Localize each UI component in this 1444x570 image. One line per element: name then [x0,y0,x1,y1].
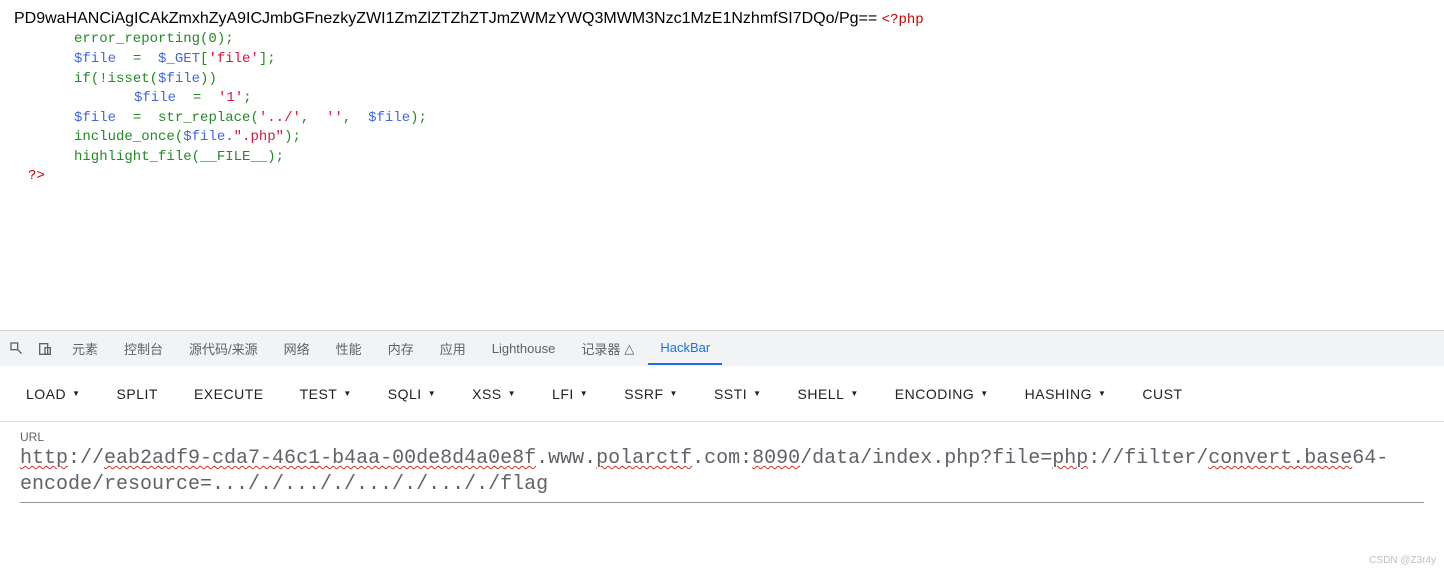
sqli-button[interactable]: SQLI▼ [382,378,442,410]
php-open-tag: <?php [882,12,924,28]
base64-output: PD9waHANCiAgICAkZmxhZyA9ICJmbGFnezkyZWI1… [14,10,877,27]
chevron-down-icon: ▼ [753,389,761,398]
tab-network[interactable]: 网络 [272,331,322,366]
tab-memory[interactable]: 内存 [376,331,426,366]
page-content: PD9waHANCiAgICAkZmxhZyA9ICJmbGFnezkyZWI1… [0,0,1444,330]
url-label: URL [20,430,1424,444]
split-button[interactable]: SPLIT [111,378,164,410]
tab-application[interactable]: 应用 [428,331,478,366]
encoding-button[interactable]: ENCODING▼ [889,378,995,410]
url-text-content: http://eab2adf9-cda7-46c1-b4aa-00de8d4a0… [20,446,1424,498]
chevron-down-icon: ▼ [343,389,351,398]
chevron-down-icon: ▼ [1098,389,1106,398]
xss-button[interactable]: XSS▼ [466,378,522,410]
chevron-down-icon: ▼ [670,389,678,398]
php-code-block: error_reporting(0); $file = $_GET['file'… [74,30,1430,167]
test-button[interactable]: TEST▼ [294,378,358,410]
php-close-tag: ?> [28,168,1430,184]
chevron-down-icon: ▼ [580,389,588,398]
tab-console[interactable]: 控制台 [112,331,175,366]
tab-performance[interactable]: 性能 [324,331,374,366]
cust-button[interactable]: CUST [1136,378,1188,410]
code-line-4: $file = str_replace('../', '', $file); [74,109,1430,129]
code-line-0: error_reporting(0); [74,30,1430,50]
execute-button[interactable]: EXECUTE [188,378,270,410]
chevron-down-icon: ▼ [850,389,858,398]
code-line-1: $file = $_GET['file']; [74,50,1430,70]
tab-lighthouse[interactable]: Lighthouse [480,333,568,364]
code-line-3: $file = '1'; [134,89,1430,109]
shell-button[interactable]: SHELL▼ [792,378,865,410]
tab-sources[interactable]: 源代码/来源 [177,331,270,366]
tab-elements[interactable]: 元素 [60,331,110,366]
chevron-down-icon: ▼ [508,389,516,398]
code-line-5: include_once($file.".php"); [74,128,1430,148]
url-section: URL http://eab2adf9-cda7-46c1-b4aa-00de8… [0,422,1444,507]
chevron-down-icon: ▼ [980,389,988,398]
tab-recorder[interactable]: 记录器△ [569,331,646,366]
inspect-icon[interactable] [8,340,26,358]
load-button[interactable]: LOAD▼ [20,378,87,410]
hashing-button[interactable]: HASHING▼ [1019,378,1113,410]
devtools-tab-bar: 元素 控制台 源代码/来源 网络 性能 内存 应用 Lighthouse 记录器… [0,330,1444,366]
lfi-button[interactable]: LFI▼ [546,378,594,410]
ssti-button[interactable]: SSTI▼ [708,378,768,410]
tab-hackbar[interactable]: HackBar [648,332,722,365]
code-line-6: highlight_file(__FILE__); [74,148,1430,168]
watermark: CSDN @Z3r4y [1369,555,1436,566]
response-text: PD9waHANCiAgICAkZmxhZyA9ICJmbGFnezkyZWI1… [14,8,1430,30]
recorder-badge-icon: △ [624,341,634,357]
hackbar-toolbar: LOAD▼ SPLIT EXECUTE TEST▼ SQLI▼ XSS▼ LFI… [0,366,1444,422]
ssrf-button[interactable]: SSRF▼ [618,378,684,410]
url-input[interactable]: http://eab2adf9-cda7-46c1-b4aa-00de8d4a0… [20,446,1424,503]
device-toolbar-icon[interactable] [36,340,54,358]
code-line-2: if(!isset($file)) [74,70,1430,90]
chevron-down-icon: ▼ [72,389,80,398]
chevron-down-icon: ▼ [428,389,436,398]
